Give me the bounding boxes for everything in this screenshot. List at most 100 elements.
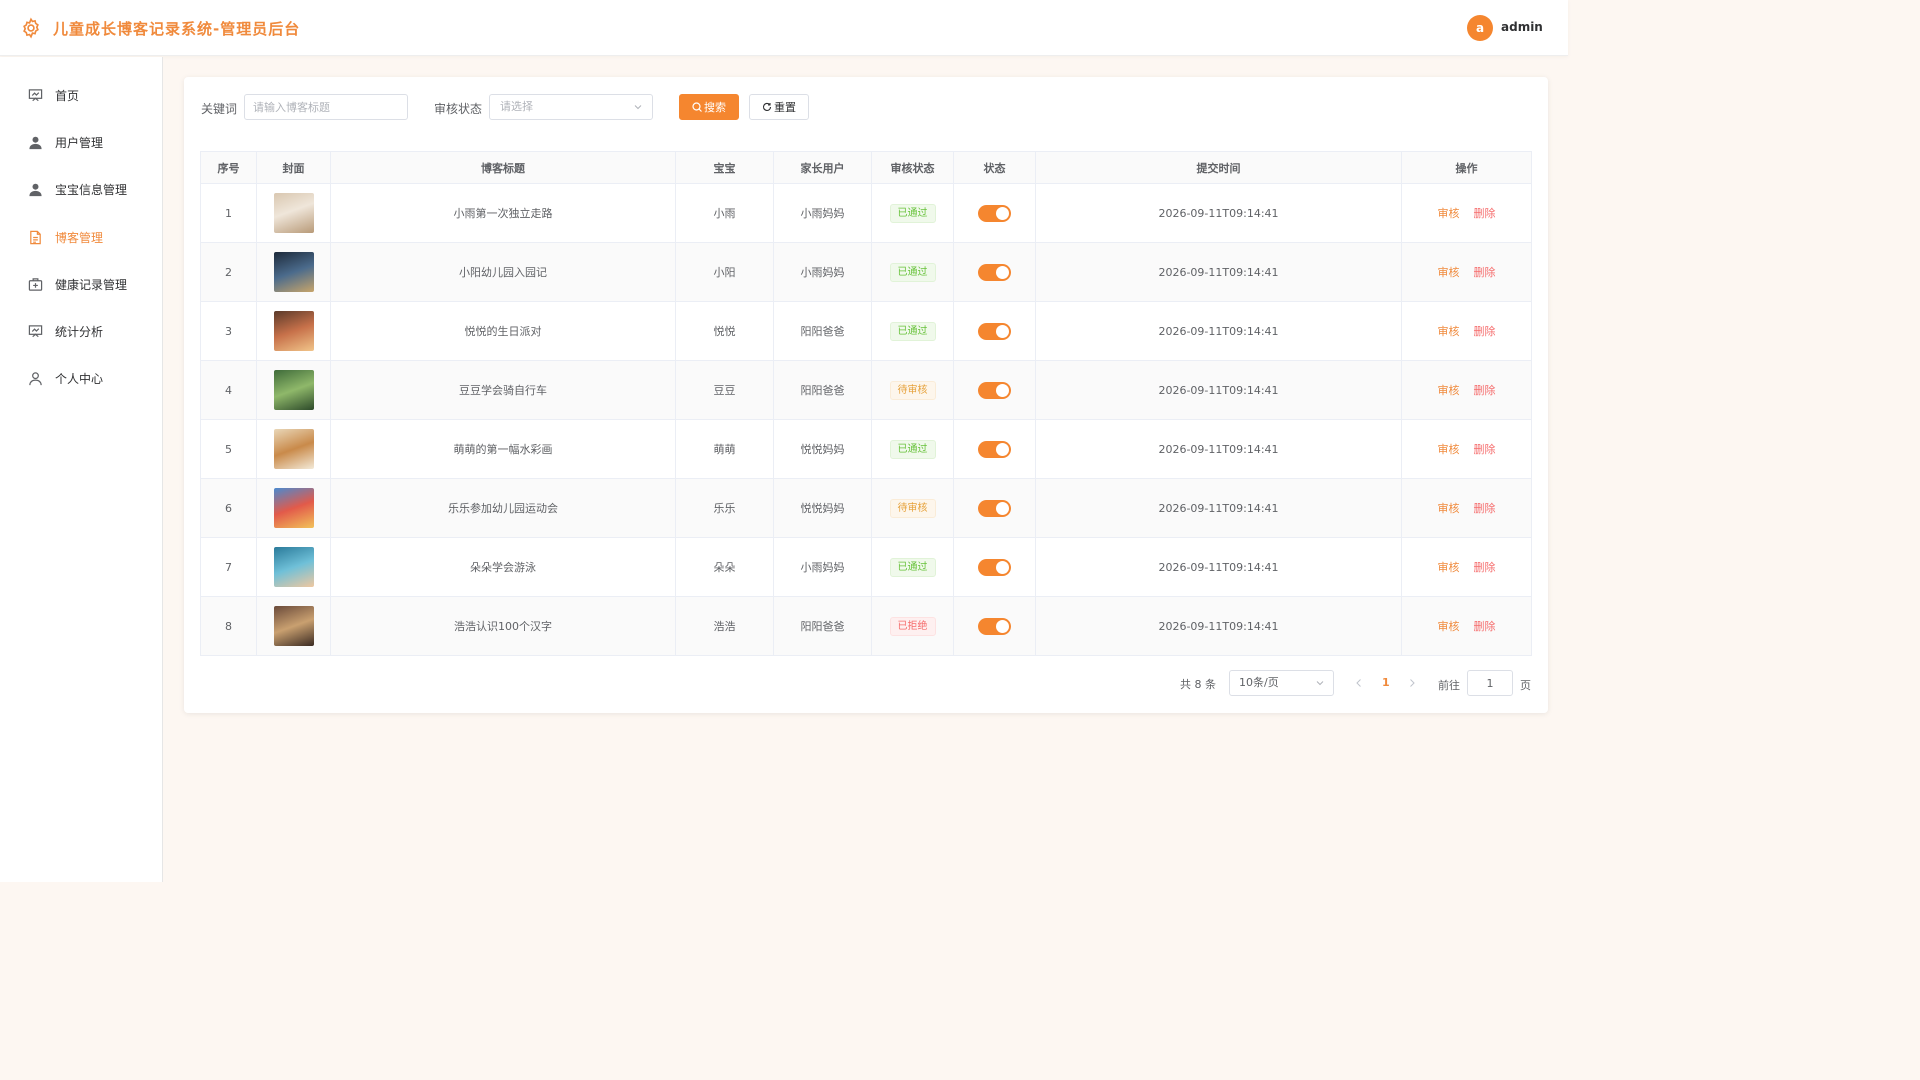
table-header-row: 序号 封面 博客标题 宝宝 家长用户 审核状态 状态 提交时间 操作 [200, 151, 1532, 184]
search-icon [692, 102, 702, 112]
cover-thumbnail[interactable] [273, 488, 314, 528]
blog-management-card: 关键词 审核状态 请选择 搜索 重置 序号 封面 博客标题 宝宝 [184, 77, 1548, 713]
chevron-right-icon[interactable] [1407, 677, 1417, 689]
audit-button[interactable]: 审核 [1438, 207, 1460, 220]
gear-icon [23, 17, 39, 39]
cover-thumbnail[interactable] [273, 193, 314, 233]
audit-button[interactable]: 审核 [1438, 384, 1460, 397]
table-row: 6 乐乐参加幼儿园运动会 乐乐 悦悦妈妈 待审核 2026-09-11T09:14:41 审… [200, 478, 1532, 538]
delete-button[interactable]: 删除 [1474, 443, 1496, 456]
cover-thumbnail[interactable] [273, 311, 314, 351]
delete-button[interactable]: 删除 [1474, 620, 1496, 633]
cell-status [953, 596, 1036, 656]
keyword-input[interactable] [244, 94, 408, 120]
cell-status [953, 478, 1036, 538]
sidebar-item-profile[interactable]: 个人中心 [0, 358, 162, 398]
cell-review-status: 已拒绝 [871, 596, 954, 656]
cell-actions: 审核 删除 [1401, 537, 1532, 597]
cell-baby: 小阳 [675, 242, 774, 302]
audit-button[interactable]: 审核 [1438, 266, 1460, 279]
cell-baby: 小雨 [675, 183, 774, 243]
chevron-down-icon [1316, 681, 1324, 686]
column-header-review-status: 审核状态 [871, 151, 954, 184]
column-header-cover: 封面 [256, 151, 331, 184]
cover-thumbnail[interactable] [273, 429, 314, 469]
status-toggle[interactable] [978, 381, 1011, 399]
status-toggle[interactable] [978, 617, 1011, 635]
cell-parent: 小雨妈妈 [773, 183, 872, 243]
reset-button[interactable]: 重置 [749, 94, 809, 120]
delete-button[interactable]: 删除 [1474, 207, 1496, 220]
review-status-badge: 已拒绝 [889, 616, 936, 636]
cell-title: 豆豆学会骑自行车 [330, 360, 676, 420]
cell-status [953, 360, 1036, 420]
cover-thumbnail[interactable] [273, 547, 314, 587]
sidebar-item-users[interactable]: 用户管理 [0, 122, 162, 162]
sidebar-item-statistics[interactable]: 统计分析 [0, 311, 162, 351]
table-row: 4 豆豆学会骑自行车 豆豆 阳阳爸爸 待审核 2026-09-11T09:14:41 审核 删… [200, 360, 1532, 420]
first-aid-icon [28, 277, 43, 291]
cell-actions: 审核 删除 [1401, 242, 1532, 302]
page-size-select[interactable]: 10条/页 [1229, 670, 1334, 696]
status-toggle[interactable] [978, 322, 1011, 340]
page-number-current[interactable]: 1 [1382, 676, 1390, 689]
delete-button[interactable]: 删除 [1474, 384, 1496, 397]
username[interactable]: admin [1501, 20, 1543, 34]
cover-thumbnail[interactable] [273, 370, 314, 410]
audit-button[interactable]: 审核 [1438, 443, 1460, 456]
sidebar-item-health[interactable]: 健康记录管理 [0, 264, 162, 304]
audit-button[interactable]: 审核 [1438, 561, 1460, 574]
cell-status [953, 183, 1036, 243]
cell-index: 7 [200, 537, 257, 597]
delete-button[interactable]: 删除 [1474, 502, 1496, 515]
chevron-left-icon[interactable] [1354, 677, 1364, 689]
search-button[interactable]: 搜索 [679, 94, 739, 120]
review-status-badge: 待审核 [889, 498, 936, 518]
delete-button[interactable]: 删除 [1474, 266, 1496, 279]
toggle-knob [996, 501, 1009, 515]
sidebar-item-home[interactable]: 首页 [0, 75, 162, 115]
column-header-index: 序号 [200, 151, 257, 184]
sidebar-item-baby-info[interactable]: 宝宝信息管理 [0, 169, 162, 209]
cell-title: 乐乐参加幼儿园运动会 [330, 478, 676, 538]
status-toggle[interactable] [978, 499, 1011, 517]
goto-page-input[interactable] [1467, 670, 1513, 696]
status-toggle[interactable] [978, 558, 1011, 576]
audit-button[interactable]: 审核 [1438, 502, 1460, 515]
avatar[interactable]: a [1467, 15, 1493, 41]
review-status-select[interactable]: 请选择 [489, 94, 653, 120]
cell-review-status: 已通过 [871, 242, 954, 302]
status-toggle[interactable] [978, 263, 1011, 281]
review-status-badge: 待审核 [889, 380, 936, 400]
app-title: 儿童成长博客记录系统-管理员后台 [53, 20, 301, 38]
cell-index: 8 [200, 596, 257, 656]
cell-title: 浩浩认识100个汉字 [330, 596, 676, 656]
delete-button[interactable]: 删除 [1474, 325, 1496, 338]
toggle-knob [996, 324, 1009, 338]
goto-label: 前往 [1438, 679, 1460, 692]
cover-thumbnail[interactable] [273, 606, 314, 646]
cover-thumbnail[interactable] [273, 252, 314, 292]
blog-table: 序号 封面 博客标题 宝宝 家长用户 审核状态 状态 提交时间 操作 1 小雨第一… [200, 151, 1532, 656]
status-toggle[interactable] [978, 204, 1011, 222]
sidebar-item-blogs[interactable]: 博客管理 [0, 217, 162, 257]
delete-button[interactable]: 删除 [1474, 561, 1496, 574]
cell-baby: 悦悦 [675, 301, 774, 361]
sidebar-item-label: 宝宝信息管理 [55, 182, 128, 197]
cell-actions: 审核 删除 [1401, 478, 1532, 538]
cell-cover [256, 478, 331, 538]
cell-submit-time: 2026-09-11T09:14:41 [1035, 537, 1402, 597]
cell-title: 悦悦的生日派对 [330, 301, 676, 361]
refresh-icon [763, 102, 772, 111]
status-toggle[interactable] [978, 440, 1011, 458]
cell-cover [256, 183, 331, 243]
cell-submit-time: 2026-09-11T09:14:41 [1035, 301, 1402, 361]
audit-button[interactable]: 审核 [1438, 620, 1460, 633]
document-icon [30, 230, 41, 244]
table-row: 2 小阳幼儿园入园记 小阳 小雨妈妈 已通过 2026-09-11T09:14:41 审核 删… [200, 242, 1532, 302]
audit-button[interactable]: 审核 [1438, 325, 1460, 338]
cell-baby: 乐乐 [675, 478, 774, 538]
cell-review-status: 待审核 [871, 478, 954, 538]
chevron-down-icon [634, 105, 642, 110]
toggle-knob [996, 560, 1009, 574]
